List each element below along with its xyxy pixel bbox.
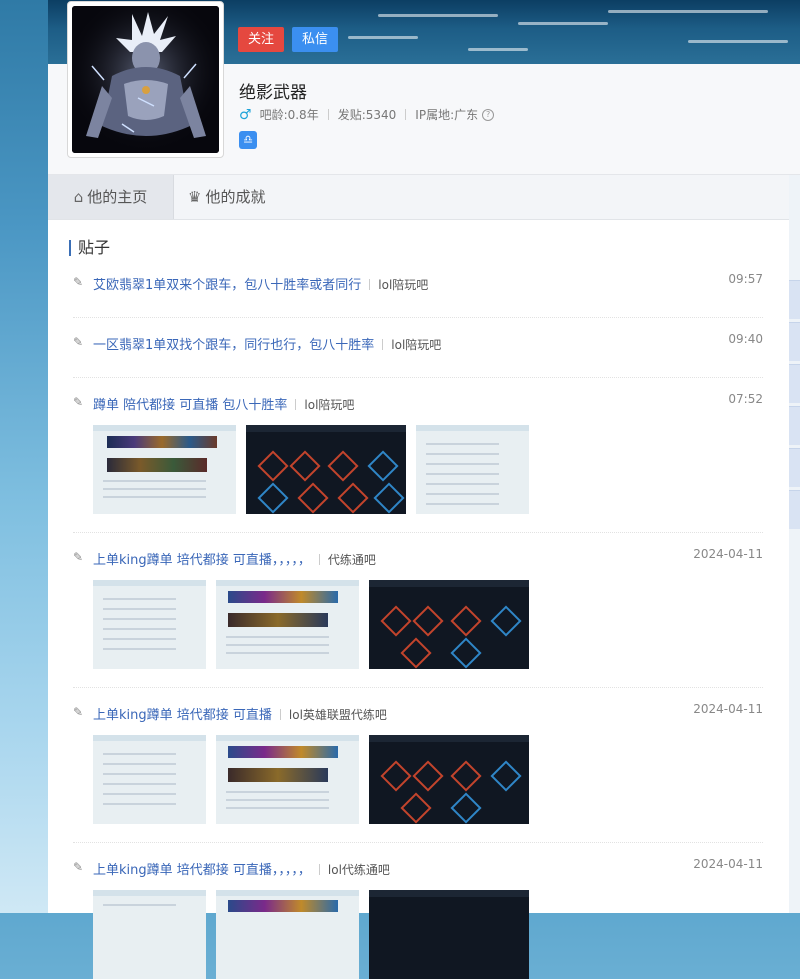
divider	[405, 109, 407, 120]
post-item: ✎ 艾欧翡翠1单双来个跟车，包八十胜率或者同行 lol陪玩吧 09:57	[73, 272, 763, 294]
post-forum-link[interactable]: 代练通吧	[328, 553, 376, 567]
divider	[295, 399, 297, 410]
help-icon[interactable]: ?	[482, 108, 495, 121]
post-item: ✎ 蹲单 陪代都接 可直播 包八十胜率 lol陪玩吧 07:52	[73, 392, 763, 414]
post-title-link[interactable]: 艾欧翡翠1单双来个跟车，包八十胜率或者同行 lol陪玩吧	[93, 274, 428, 293]
post-title-link[interactable]: 上单king蹲单 培代都接 可直播，，，，， lol代练通吧	[93, 859, 390, 878]
profile-tabs: ⌂ 他的主页 ♛ 他的成就	[48, 175, 789, 220]
post-divider	[73, 532, 763, 533]
avatar[interactable]	[67, 1, 224, 158]
divider	[318, 864, 320, 875]
home-icon: ⌂	[73, 188, 84, 206]
post-image[interactable]	[216, 890, 359, 979]
username: 绝影武器	[239, 83, 307, 103]
edit-icon: ✎	[73, 275, 84, 289]
divider	[279, 709, 281, 720]
post-title[interactable]: 上单king蹲单 培代都接 可直播，，，，，	[93, 553, 311, 568]
post-image[interactable]	[369, 735, 529, 824]
side-tab[interactable]	[789, 490, 800, 529]
post-divider	[73, 687, 763, 688]
post-image[interactable]	[369, 580, 529, 669]
post-title[interactable]: 蹲单 陪代都接 可直播 包八十胜率	[93, 398, 287, 413]
profile-meta: ♂ 吧龄:0.8年 发贴:5340 IP属地:广东 ?	[239, 106, 495, 123]
posts-panel: 贴子 ✎ 艾欧翡翠1单双来个跟车，包八十胜率或者同行 lol陪玩吧 09:57 ✎…	[48, 220, 789, 979]
divider	[382, 339, 384, 350]
post-item: ✎ 上单king蹲单 培代都接 可直播，，，，， 代练通吧 2024-04-11	[73, 547, 763, 569]
post-title[interactable]: 上单king蹲单 培代都接 可直播，，，，，	[93, 863, 311, 878]
post-title-link[interactable]: 蹲单 陪代都接 可直播 包八十胜率 lol陪玩吧	[93, 394, 354, 413]
follow-button[interactable]: 关注	[238, 27, 285, 52]
post-forum-link[interactable]: lol陪玩吧	[378, 278, 428, 292]
post-forum-link[interactable]: lol陪玩吧	[391, 338, 441, 352]
post-image[interactable]	[216, 580, 359, 669]
post-item: ✎ 上单king蹲单 培代都接 可直播 lol英雄联盟代练吧 2024-04-11	[73, 702, 763, 724]
post-forum-link[interactable]: lol代练通吧	[328, 863, 390, 877]
bar-age: 吧龄:0.8年	[259, 108, 319, 122]
side-tab[interactable]	[789, 448, 800, 487]
tab-achievements[interactable]: ♛ 他的成就	[188, 175, 265, 219]
post-image[interactable]	[93, 890, 206, 979]
edit-icon: ✎	[73, 335, 84, 349]
post-title[interactable]: 一区翡翠1单双找个跟车，同行也行，包八十胜率	[93, 338, 374, 353]
post-time: 2024-04-11	[693, 547, 763, 561]
post-time: 2024-04-11	[693, 857, 763, 871]
divider	[318, 554, 320, 565]
section-title: 贴子	[69, 240, 110, 256]
edit-icon: ✎	[73, 395, 84, 409]
post-title[interactable]: 上单king蹲单 培代都接 可直播	[93, 708, 272, 723]
ip-location: IP属地:广东	[415, 108, 479, 122]
post-image[interactable]	[216, 735, 359, 824]
post-title-link[interactable]: 一区翡翠1单双找个跟车，同行也行，包八十胜率 lol陪玩吧	[93, 334, 441, 353]
side-tab[interactable]	[789, 406, 800, 445]
post-image[interactable]	[246, 425, 406, 514]
achievement-icon: ♛	[188, 188, 202, 206]
edit-icon: ✎	[73, 705, 84, 719]
post-item: ✎ 一区翡翠1单双找个跟车，同行也行，包八十胜率 lol陪玩吧 09:40	[73, 332, 763, 354]
post-time: 09:40	[728, 332, 763, 346]
libra-badge-icon[interactable]: ♎	[239, 131, 257, 149]
edit-icon: ✎	[73, 860, 84, 874]
post-divider	[73, 317, 763, 318]
post-image[interactable]	[93, 580, 206, 669]
page-background	[0, 0, 48, 913]
post-title-link[interactable]: 上单king蹲单 培代都接 可直播，，，，， 代练通吧	[93, 549, 376, 568]
message-button[interactable]: 私信	[292, 27, 339, 52]
post-forum-link[interactable]: lol陪玩吧	[304, 398, 354, 412]
post-image[interactable]	[93, 425, 236, 514]
edit-icon: ✎	[73, 550, 84, 564]
post-image[interactable]	[369, 890, 529, 979]
post-divider	[73, 377, 763, 378]
divider	[369, 279, 371, 290]
post-title-link[interactable]: 上单king蹲单 培代都接 可直播 lol英雄联盟代练吧	[93, 704, 387, 723]
post-image[interactable]	[416, 425, 529, 514]
side-tab[interactable]	[789, 322, 800, 361]
avatar-image	[72, 6, 219, 153]
side-tab[interactable]	[789, 364, 800, 403]
tab-home-label: 他的主页	[87, 188, 148, 206]
post-time: 07:52	[728, 392, 763, 406]
post-item: ✎ 上单king蹲单 培代都接 可直播，，，，， lol代练通吧 2024-04-…	[73, 857, 763, 879]
side-tab[interactable]	[789, 280, 800, 319]
tab-achievements-label: 他的成就	[205, 188, 266, 206]
male-icon: ♂	[239, 106, 252, 123]
post-forum-link[interactable]: lol英雄联盟代练吧	[289, 708, 387, 722]
post-time: 09:57	[728, 272, 763, 286]
post-count: 发贴:5340	[337, 108, 397, 122]
post-image[interactable]	[93, 735, 206, 824]
post-time: 2024-04-11	[693, 702, 763, 716]
divider	[327, 109, 329, 120]
post-title[interactable]: 艾欧翡翠1单双来个跟车，包八十胜率或者同行	[93, 278, 361, 293]
tab-home[interactable]: ⌂ 他的主页	[48, 175, 174, 219]
post-divider	[73, 842, 763, 843]
